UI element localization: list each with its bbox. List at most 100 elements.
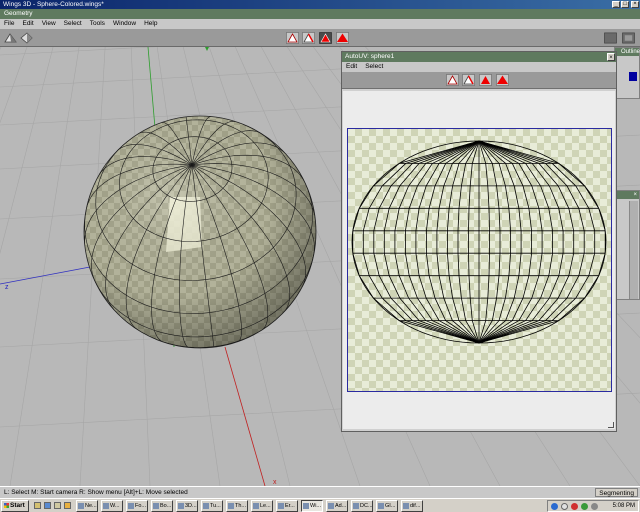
task-label: dif...: [410, 503, 421, 509]
uv-meridian-line: [478, 140, 511, 344]
task-app-icon: [103, 503, 109, 509]
wireframe-preview-icon[interactable]: [20, 32, 33, 44]
outliner-panel[interactable]: Outliner: [614, 47, 640, 99]
autouv-vertex-mode-icon[interactable]: [446, 74, 459, 86]
vertex-mode-icon[interactable]: [286, 32, 299, 44]
z-axis-label: z: [5, 284, 9, 291]
autouv-titlebar: AutoUV: sphere1 ×: [342, 52, 616, 62]
taskbar-item[interactable]: GI...: [376, 500, 398, 512]
taskbar-item[interactable]: Ne...: [76, 500, 98, 512]
task-label: Ne...: [85, 503, 97, 509]
task-label: Wi...: [310, 503, 321, 509]
autouv-menu-select[interactable]: Select: [361, 62, 387, 72]
menu-bar: File Edit View Select Tools Window Help: [0, 19, 640, 29]
status-bar: L: Select M: Start camera R: Show menu […: [0, 486, 640, 498]
task-app-icon: [153, 503, 159, 509]
system-tray: 5:08 PM: [547, 500, 639, 512]
start-button[interactable]: Start: [1, 500, 29, 512]
outliner-title: Outliner: [615, 48, 640, 56]
taskbar-item[interactable]: Fo...: [126, 500, 148, 512]
taskbar-item[interactable]: Bo...: [151, 500, 173, 512]
edge-mode-icon[interactable]: [302, 32, 315, 44]
taskbar-item[interactable]: Ad...: [326, 500, 348, 512]
autouv-menu-bar: Edit Select: [342, 62, 616, 72]
task-app-icon: [128, 503, 134, 509]
taskbar-item[interactable]: 3D...: [176, 500, 198, 512]
autouv-window[interactable]: AutoUV: sphere1 × Edit Select: [341, 51, 617, 432]
antivirus-icon[interactable]: [571, 503, 578, 510]
task-app-icon: [203, 503, 209, 509]
quicklaunch-browser-icon[interactable]: [44, 502, 51, 509]
autouv-edge-mode-icon[interactable]: [462, 74, 475, 86]
task-label: GI...: [385, 503, 396, 509]
quicklaunch-desktop-icon[interactable]: [54, 502, 61, 509]
z-axis: [0, 266, 91, 285]
task-app-icon: [303, 503, 309, 509]
outliner-scroll-thumb[interactable]: [629, 72, 637, 81]
geometry-graph-panel[interactable]: ×: [614, 190, 640, 300]
main-toolbar: [0, 29, 640, 47]
autouv-toolbar: [342, 72, 616, 89]
resize-grip[interactable]: [608, 422, 614, 428]
window-title: Wings 3D - Sphere-Colored.wings*: [3, 1, 104, 8]
status-hint: L: Select M: Start camera R: Show menu […: [4, 489, 188, 496]
task-label: Le...: [260, 503, 271, 509]
quicklaunch-app-icon[interactable]: [64, 502, 71, 509]
autouv-face-mode-icon[interactable]: [479, 74, 492, 86]
task-label: Tu...: [210, 503, 221, 509]
taskbar-item[interactable]: dif...: [401, 500, 423, 512]
close-button[interactable]: ×: [631, 1, 639, 8]
task-app-icon: [253, 503, 259, 509]
menu-file[interactable]: File: [0, 19, 18, 29]
taskbar-item[interactable]: Th...: [226, 500, 248, 512]
task-app-icon: [328, 503, 334, 509]
task-label: Bo...: [160, 503, 172, 509]
autouv-close-button[interactable]: ×: [607, 53, 615, 61]
uv-meridian-line: [478, 140, 490, 344]
windows-flag-icon: [4, 503, 9, 508]
uv-meridian-line: [468, 140, 480, 344]
volume-icon[interactable]: [591, 503, 598, 510]
taskbar-item[interactable]: DC...: [351, 500, 373, 512]
menu-window[interactable]: Window: [109, 19, 140, 29]
task-app-icon: [378, 503, 384, 509]
update-icon[interactable]: [581, 503, 588, 510]
menu-edit[interactable]: Edit: [18, 19, 37, 29]
uv-texture-area[interactable]: [347, 128, 612, 392]
smooth-preview-icon[interactable]: [4, 32, 17, 44]
network-icon[interactable]: [551, 503, 558, 510]
maximize-button[interactable]: □: [621, 1, 629, 8]
task-app-icon: [403, 503, 409, 509]
autouv-body-mode-icon[interactable]: [496, 74, 509, 86]
taskbar-item[interactable]: W...: [101, 500, 123, 512]
uv-meridian-line: [478, 140, 575, 344]
taskbar-item[interactable]: Er...: [276, 500, 298, 512]
toggle-view-icon[interactable]: [604, 32, 618, 44]
task-app-icon: [178, 503, 184, 509]
uv-map-wireframe[interactable]: [348, 129, 611, 391]
taskbar-item[interactable]: Le...: [251, 500, 273, 512]
menu-help[interactable]: Help: [140, 19, 161, 29]
uv-meridian-line: [478, 140, 596, 344]
task-label: Fo...: [135, 503, 147, 509]
task-label: Er...: [285, 503, 295, 509]
graph-scrollbar[interactable]: [629, 201, 638, 299]
taskbar-item[interactable]: Wi...: [301, 500, 323, 512]
autouv-menu-edit[interactable]: Edit: [342, 62, 361, 72]
graph-panel-close[interactable]: ×: [615, 191, 639, 199]
autouv-canvas[interactable]: [343, 91, 615, 429]
body-mode-icon[interactable]: [336, 32, 349, 44]
quicklaunch-folder-icon[interactable]: [34, 502, 41, 509]
face-mode-icon[interactable]: [319, 32, 332, 44]
task-app-icon: [278, 503, 284, 509]
clock-tray-icon[interactable]: [561, 503, 568, 510]
sphere-mesh[interactable]: [83, 115, 317, 349]
x-axis-label: x: [273, 479, 277, 486]
menu-select[interactable]: Select: [60, 19, 86, 29]
menu-tools[interactable]: Tools: [86, 19, 109, 29]
taskbar-item[interactable]: Tu...: [201, 500, 223, 512]
perspective-icon[interactable]: [622, 32, 636, 44]
taskbar: Start Ne... W... Fo... Bo... 3D... Tu... Th...…: [0, 498, 640, 512]
menu-view[interactable]: View: [38, 19, 60, 29]
minimize-button[interactable]: _: [612, 1, 620, 8]
